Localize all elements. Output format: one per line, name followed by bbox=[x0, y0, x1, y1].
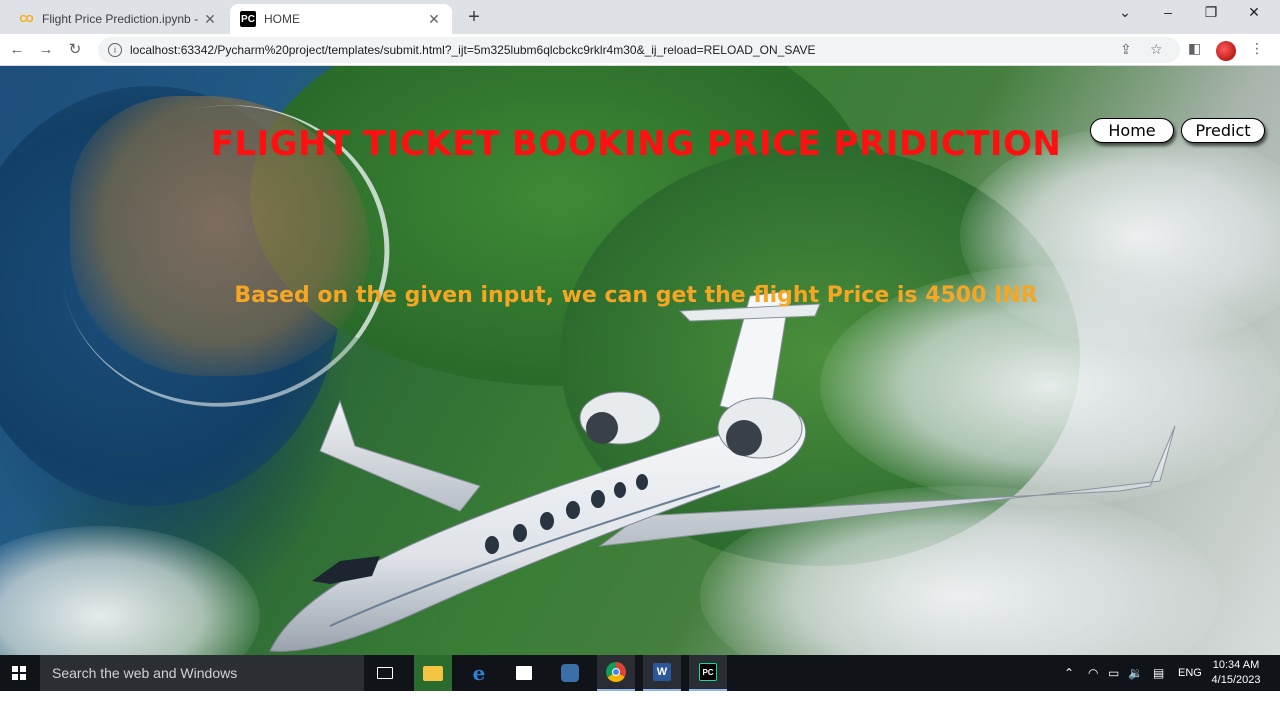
url-text: localhost:63342/Pycharm%20project/templa… bbox=[130, 43, 816, 57]
close-window-button[interactable]: ✕ bbox=[1239, 4, 1269, 21]
screen: CO Flight Price Prediction.ipynb - Co ✕ … bbox=[0, 0, 1280, 719]
close-tab-icon[interactable]: ✕ bbox=[426, 11, 442, 28]
share-icon[interactable]: ⇪ bbox=[1120, 41, 1132, 58]
restore-button[interactable]: ❐ bbox=[1196, 4, 1226, 21]
bookmark-star-icon[interactable]: ☆ bbox=[1150, 41, 1163, 58]
profile-avatar[interactable] bbox=[1216, 41, 1236, 61]
info-icon[interactable]: i bbox=[108, 43, 122, 57]
close-tab-icon[interactable]: ✕ bbox=[202, 11, 218, 28]
store-icon[interactable] bbox=[505, 655, 543, 691]
task-view-icon[interactable] bbox=[366, 655, 404, 691]
tab-title: Flight Price Prediction.ipynb - Co bbox=[42, 12, 202, 26]
clock-time: 10:34 AM bbox=[1212, 659, 1260, 671]
taskbar-search-input[interactable]: Search the web and Windows bbox=[40, 655, 364, 691]
tab-search-icon[interactable]: ⌄ bbox=[1110, 4, 1140, 21]
word-icon[interactable]: W bbox=[643, 655, 681, 691]
browser-toolbar: ← → ↻ i localhost:63342/Pycharm%20projec… bbox=[0, 34, 1280, 66]
battery-icon[interactable]: ▭ bbox=[1108, 655, 1119, 691]
predict-button[interactable]: Predict bbox=[1181, 118, 1265, 143]
back-button[interactable]: ← bbox=[6, 39, 28, 61]
new-tab-button[interactable]: + bbox=[462, 6, 486, 29]
tab-title: HOME bbox=[264, 12, 300, 26]
language-indicator[interactable]: ENG bbox=[1178, 655, 1202, 691]
app-icon[interactable] bbox=[551, 655, 589, 691]
wifi-icon[interactable]: ◠ bbox=[1088, 655, 1098, 691]
taskbar: Search the web and Windows e W PC ⌃ ◠ ▭ … bbox=[0, 655, 1280, 691]
pycharm-icon: PC bbox=[240, 11, 256, 27]
chrome-icon[interactable] bbox=[597, 655, 635, 691]
show-hidden-icons-icon[interactable]: ⌃ bbox=[1064, 655, 1074, 691]
clock-date: 4/15/2023 bbox=[1211, 674, 1261, 686]
tab-colab[interactable]: CO Flight Price Prediction.ipynb - Co ✕ bbox=[8, 4, 228, 34]
side-panel-icon[interactable]: ◧ bbox=[1188, 40, 1201, 57]
volume-icon[interactable]: 🔉 bbox=[1128, 655, 1143, 691]
address-bar[interactable]: i localhost:63342/Pycharm%20project/temp… bbox=[98, 37, 1180, 63]
colab-icon: CO bbox=[19, 13, 34, 25]
pycharm-taskbar-icon[interactable]: PC bbox=[689, 655, 727, 691]
forward-button[interactable]: → bbox=[35, 39, 57, 61]
tab-home[interactable]: PC HOME ✕ bbox=[230, 4, 452, 34]
notifications-icon[interactable]: ▤ bbox=[1153, 655, 1164, 691]
edge-icon[interactable]: e bbox=[460, 655, 498, 691]
file-explorer-icon[interactable] bbox=[414, 655, 452, 691]
reload-button[interactable]: ↻ bbox=[64, 39, 86, 61]
screen-margin bbox=[0, 691, 1280, 719]
home-button[interactable]: Home bbox=[1090, 118, 1174, 143]
page-title: FLIGHT TICKET BOOKING PRICE PRIDICTION bbox=[210, 124, 1062, 164]
start-button[interactable] bbox=[0, 655, 40, 691]
menu-icon[interactable]: ⋮ bbox=[1250, 40, 1264, 57]
tab-strip: CO Flight Price Prediction.ipynb - Co ✕ … bbox=[0, 0, 1280, 34]
minimize-button[interactable]: – bbox=[1153, 4, 1183, 20]
clock[interactable]: 10:34 AM 4/15/2023 bbox=[1206, 658, 1266, 688]
page-background: FLIGHT TICKET BOOKING PRICE PRIDICTION B… bbox=[0, 66, 1280, 655]
prediction-result: Based on the given input, we can get the… bbox=[234, 283, 1038, 308]
